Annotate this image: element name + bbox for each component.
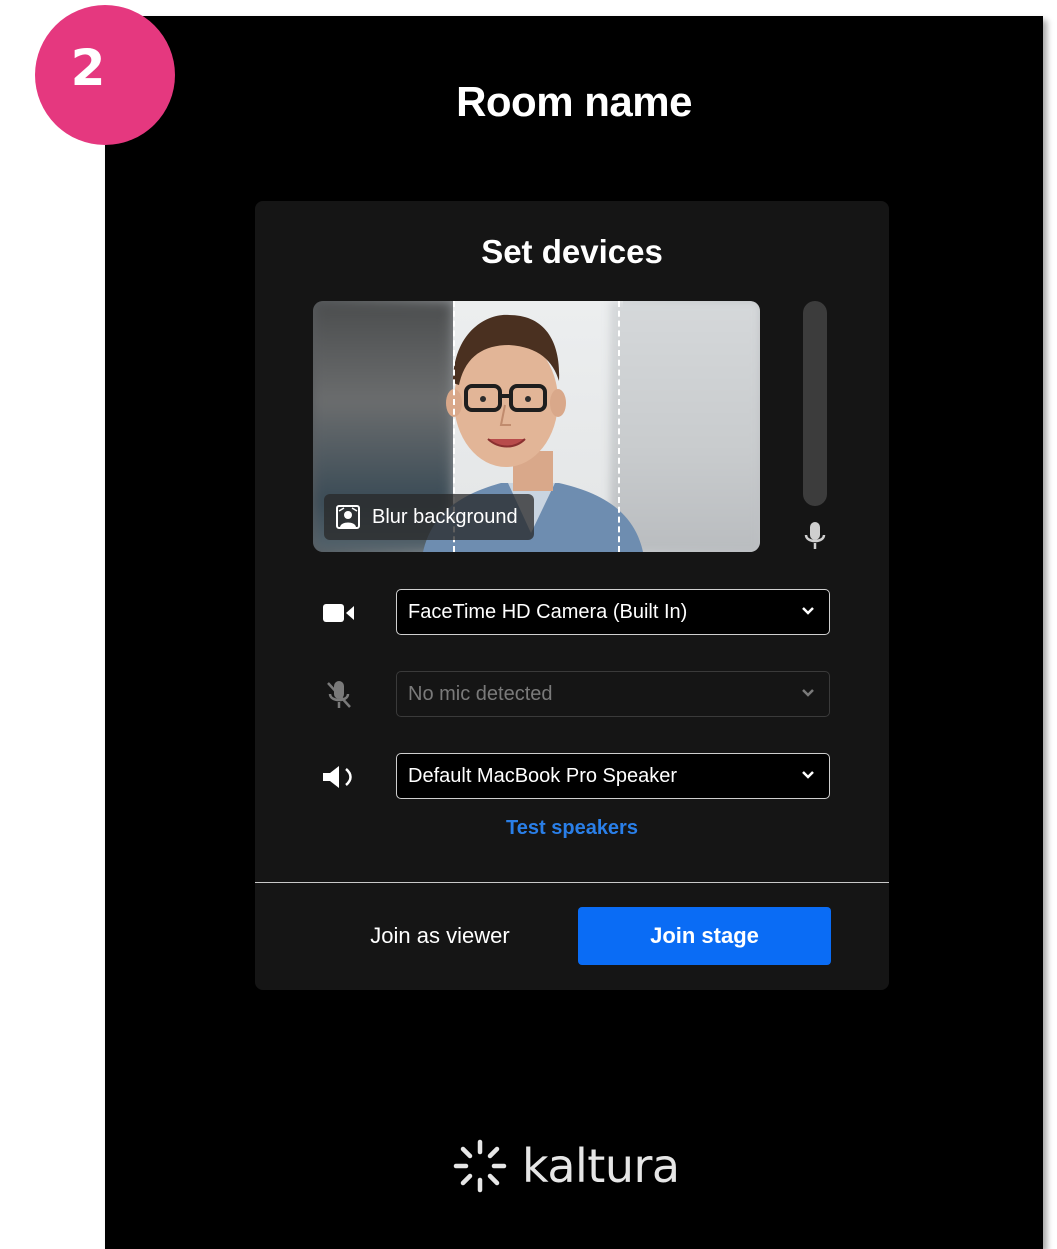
camera-row: FaceTime HD Camera (Built In) xyxy=(255,589,889,637)
speaker-icon xyxy=(315,761,363,793)
microphone-select[interactable]: No mic detected xyxy=(396,671,830,717)
speaker-select[interactable]: Default MacBook Pro Speaker xyxy=(396,753,830,799)
frame-guide-right xyxy=(618,301,620,552)
mic-level-meter xyxy=(803,301,827,506)
chevron-down-icon xyxy=(802,607,814,615)
kaltura-wordmark: kaltura xyxy=(522,1139,680,1193)
blur-background-button[interactable]: Blur background xyxy=(324,494,534,540)
app-window: Room name Set devices Blur background Fa… xyxy=(105,16,1043,1249)
microphone-row: No mic detected xyxy=(255,671,889,719)
mic-off-icon xyxy=(315,679,363,711)
chevron-down-icon xyxy=(802,771,814,779)
page: 2 Room name Set devices Blur background … xyxy=(0,0,1057,1249)
join-as-viewer-button[interactable]: Join as viewer xyxy=(337,907,543,965)
video-camera-icon xyxy=(315,597,363,629)
microphone-select-value: No mic detected xyxy=(408,682,553,705)
kaltura-logo: kaltura xyxy=(450,1136,680,1196)
speaker-select-value: Default MacBook Pro Speaker xyxy=(408,764,678,787)
step-number-badge: 2 xyxy=(35,5,175,145)
camera-preview: Blur background xyxy=(313,301,760,552)
blur-background-icon xyxy=(336,505,360,529)
blur-background-label: Blur background xyxy=(372,505,518,528)
card-title: Set devices xyxy=(481,233,663,270)
kaltura-logo-mark-icon xyxy=(453,1139,507,1193)
test-speakers-link[interactable]: Test speakers xyxy=(255,817,889,840)
microphone-icon xyxy=(804,522,826,549)
camera-select-value: FaceTime HD Camera (Built In) xyxy=(408,600,688,623)
set-devices-card: Set devices Blur background FaceTime HD … xyxy=(255,201,889,990)
speaker-row: Default MacBook Pro Speaker xyxy=(255,753,889,801)
chevron-down-icon xyxy=(802,689,814,697)
camera-select[interactable]: FaceTime HD Camera (Built In) xyxy=(396,589,830,635)
divider xyxy=(255,882,889,883)
join-stage-button[interactable]: Join stage xyxy=(578,907,831,965)
room-title: Room name xyxy=(456,78,692,125)
